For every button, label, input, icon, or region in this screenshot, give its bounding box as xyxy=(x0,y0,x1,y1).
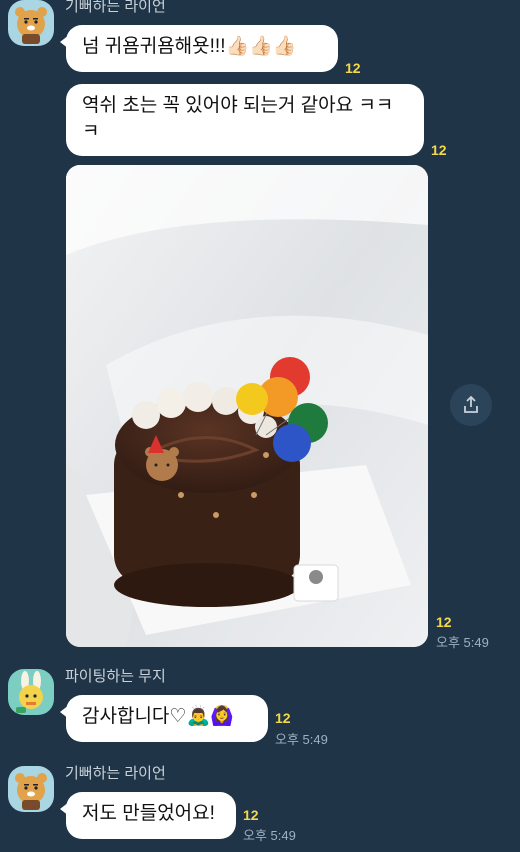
message-bubble[interactable]: 역쉬 초는 꼭 있어야 되는거 같아요 ㅋㅋㅋ xyxy=(66,84,424,156)
timestamp: 오후 5:49 xyxy=(243,828,296,843)
share-button[interactable] xyxy=(450,384,492,426)
message-bubble[interactable]: 감사합니다♡🙇‍♂️🙆‍♀️ xyxy=(60,695,268,742)
thumbs-up-emoji: 👍🏻👍🏻👍🏻 xyxy=(225,36,297,57)
message-text: 역쉬 초는 꼭 있어야 되는거 같아요 ㅋㅋㅋ xyxy=(82,95,394,142)
message-bubble[interactable]: 넘 귀욤귀욤해욧!!!👍🏻👍🏻👍🏻 xyxy=(60,25,338,72)
bow-emoji: 🙇‍♂️🙆‍♀️ xyxy=(186,706,234,727)
timestamp: 오후 5:49 xyxy=(436,635,489,650)
unread-count: 12 xyxy=(431,142,447,158)
unread-count: 12 xyxy=(436,614,452,630)
message-text: 저도 만들었어요! xyxy=(82,803,215,824)
unread-count: 12 xyxy=(243,807,259,823)
cake-photo xyxy=(66,165,428,647)
ryan-avatar-icon xyxy=(15,7,47,44)
message-bubble[interactable]: 저도 만들었어요! xyxy=(60,792,236,839)
unread-count: 12 xyxy=(275,710,291,726)
sender-name: 기뻐하는 라이언 xyxy=(65,765,166,782)
photo-message[interactable] xyxy=(66,165,428,647)
share-icon xyxy=(464,395,478,413)
message-text: 감사합니다♡ xyxy=(82,706,187,727)
ryan-avatar-icon xyxy=(15,773,47,810)
avatar-muzi[interactable] xyxy=(8,669,54,715)
sender-name: 기뻐하는 라이언 xyxy=(65,0,166,15)
muzi-avatar-icon xyxy=(16,671,43,713)
timestamp: 오후 5:49 xyxy=(275,732,328,747)
unread-count: 12 xyxy=(345,60,361,76)
sender-name: 파이팅하는 무지 xyxy=(65,668,166,685)
avatar-ryan[interactable] xyxy=(8,766,54,812)
avatar-ryan[interactable] xyxy=(8,0,54,46)
message-text: 넘 귀욤귀욤해욧!!! xyxy=(82,36,226,57)
